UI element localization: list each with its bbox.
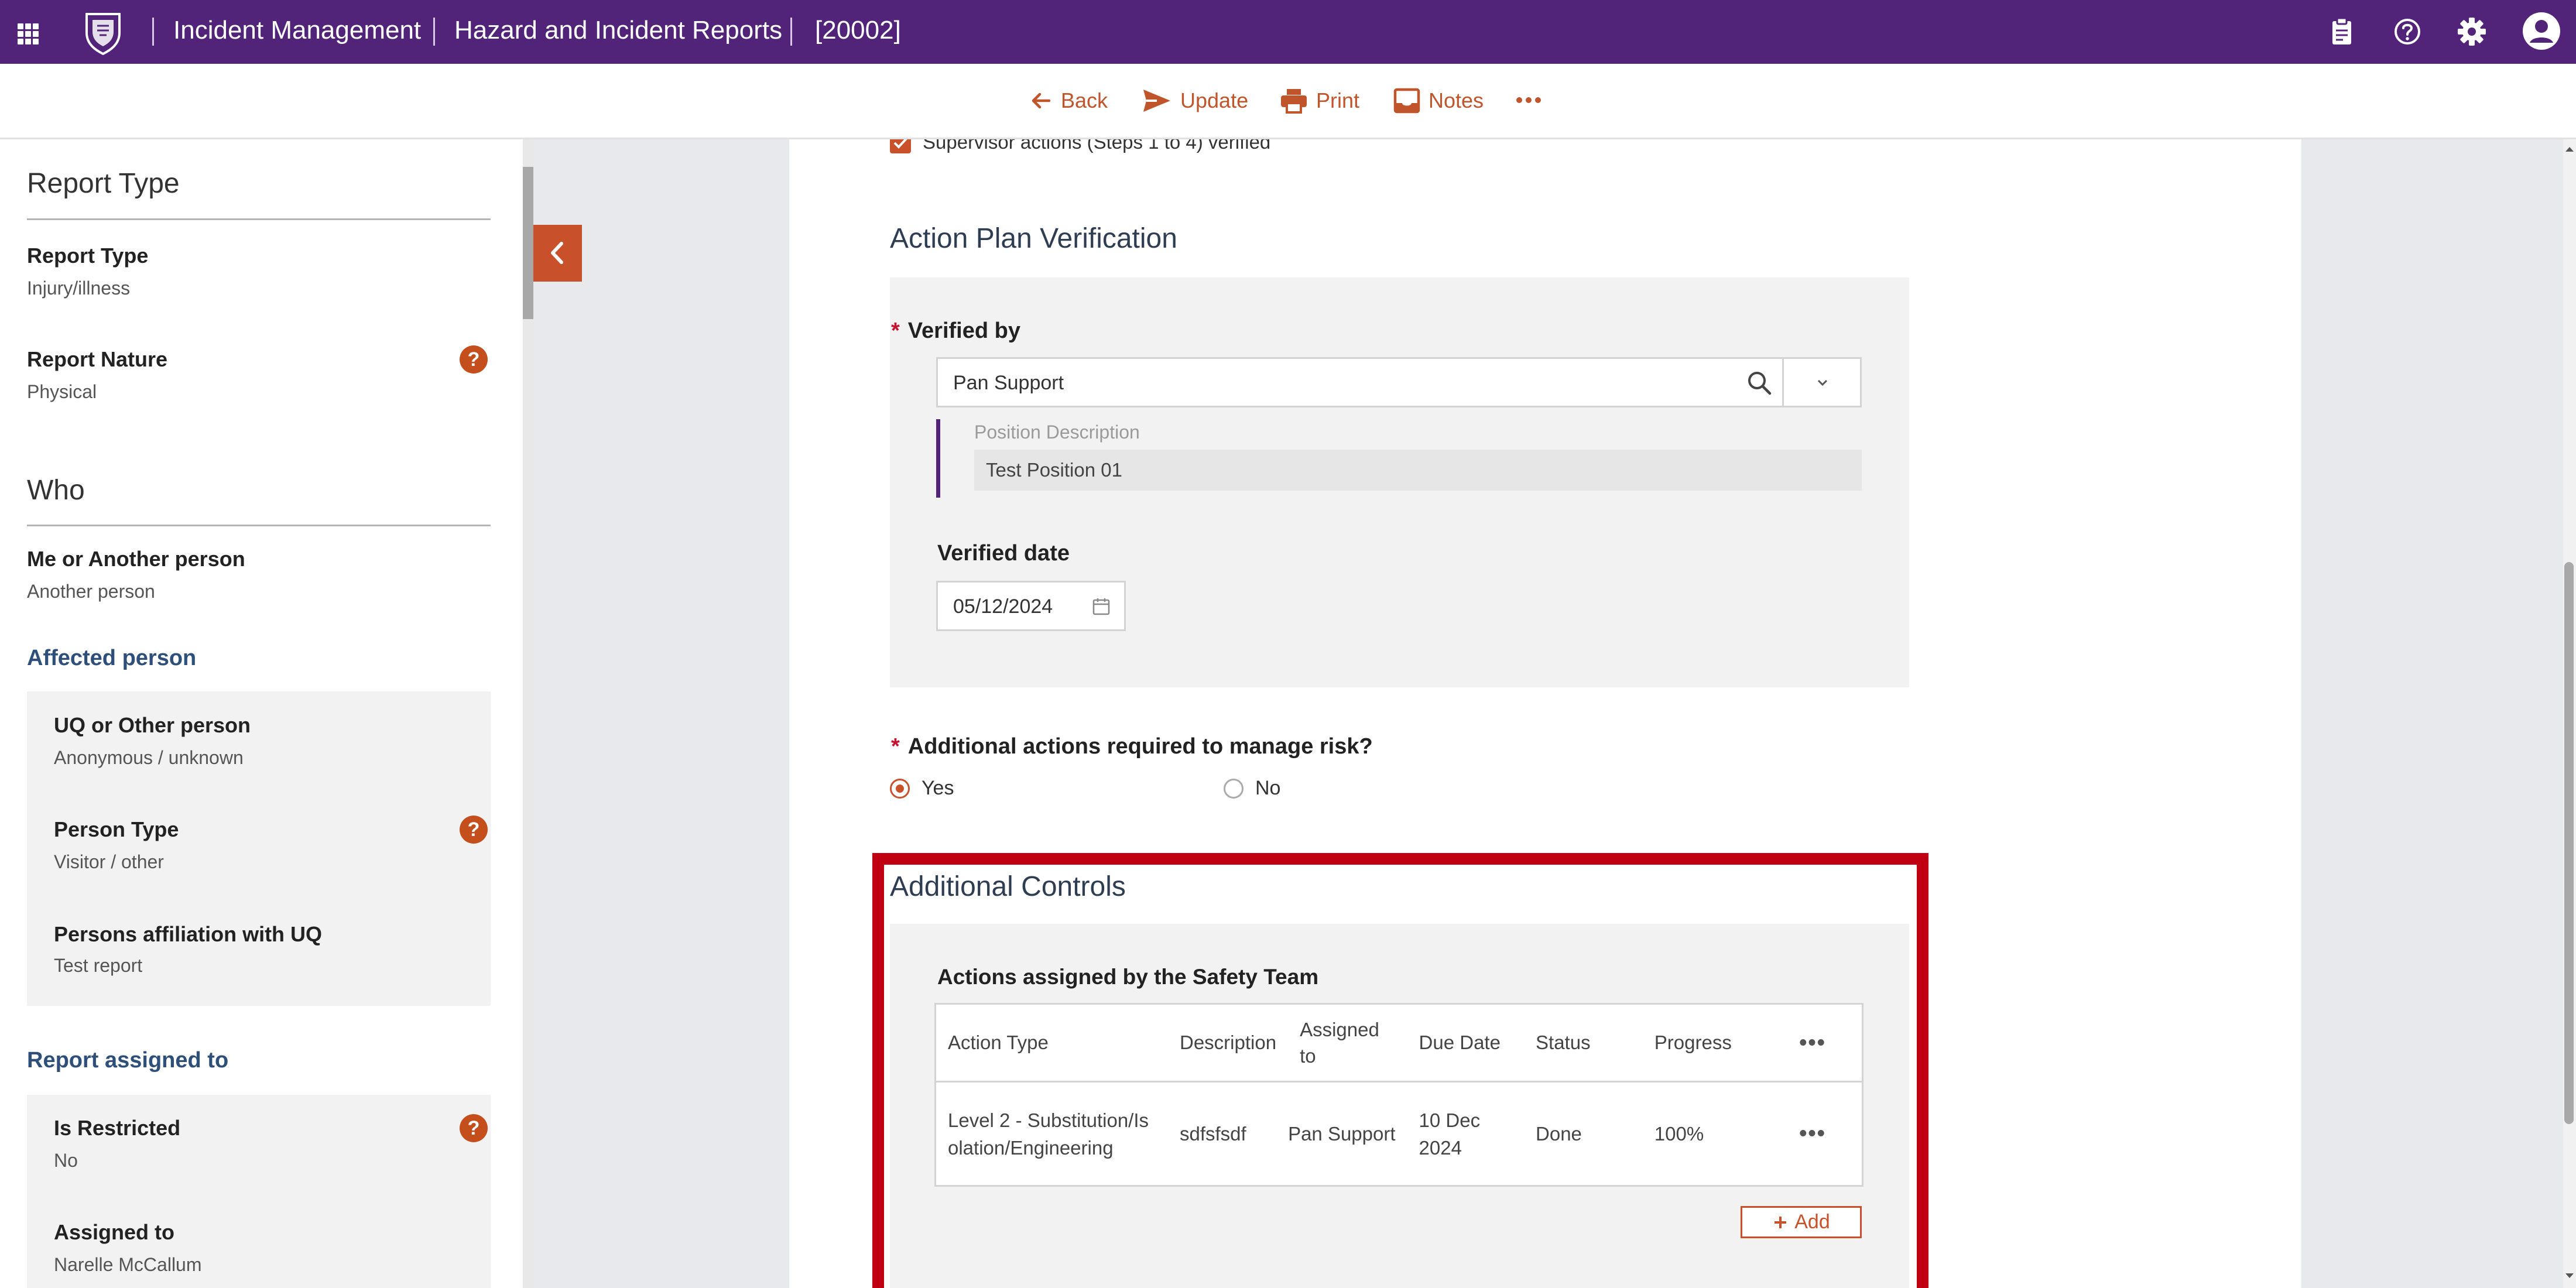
is-restricted-help-icon[interactable]: ? [460, 1114, 488, 1142]
verified-date-value: 05/12/2024 [953, 595, 1053, 618]
verified-by-label: * Verified by [891, 318, 1020, 344]
notes-label: Notes [1429, 88, 1484, 112]
header-divider [790, 18, 792, 46]
report-nature-label: Report Nature [27, 347, 168, 371]
uq-or-other-label: UQ or Other person [54, 713, 251, 737]
position-description-field: Test Position 01 [974, 450, 1862, 491]
position-description-value: Test Position 01 [986, 459, 1122, 481]
notes-inbox-icon [1393, 88, 1420, 114]
chevron-left-icon [551, 242, 563, 264]
action-toolbar: Back Update Print Notes [0, 64, 2576, 139]
is-restricted-value: No [54, 1150, 78, 1171]
person-type-value: Visitor / other [54, 851, 164, 872]
print-button[interactable]: Print [1280, 86, 1359, 115]
clipboard-icon[interactable] [2324, 14, 2359, 49]
back-label: Back [1061, 88, 1108, 112]
position-description-label: Position Description [974, 422, 1140, 443]
header-divider [152, 18, 154, 46]
user-avatar-icon[interactable] [2521, 11, 2562, 52]
section-divider [27, 218, 491, 220]
top-bar: Incident Management Hazard and Incident … [0, 0, 2576, 64]
person-type-label: Person Type [54, 817, 179, 841]
supervisor-verified-row: Supervisor actions (Steps 1 to 4) verifi… [789, 139, 2301, 160]
app-launcher-icon[interactable] [18, 23, 39, 44]
supervisor-verified-label: Supervisor actions (Steps 1 to 4) verifi… [923, 139, 1271, 153]
more-options-icon[interactable] [1515, 94, 1542, 106]
print-label: Print [1316, 88, 1360, 112]
chevron-down-icon[interactable] [1813, 374, 1832, 392]
notes-button[interactable]: Notes [1393, 86, 1484, 115]
affiliation-value: Test report [54, 955, 143, 976]
required-marker: * [891, 734, 900, 759]
is-restricted-label: Is Restricted [54, 1116, 181, 1140]
record-id: [20002] [815, 16, 901, 44]
affiliation-label: Persons affiliation with UQ [54, 922, 323, 946]
assigned-to-label: Assigned to [54, 1220, 175, 1244]
radio-no[interactable] [1224, 779, 1244, 799]
position-accent-bar [936, 419, 940, 498]
who-heading: Who [27, 475, 85, 506]
lookup-divider [1782, 359, 1784, 406]
assigned-to-value: Narelle McCallum [54, 1254, 202, 1275]
radio-yes-label: Yes [922, 777, 954, 799]
collapse-sidebar-button[interactable] [533, 225, 582, 282]
verified-by-label-text: Verified by [907, 318, 1020, 343]
radio-no-label: No [1255, 777, 1281, 799]
report-nature-value: Physical [27, 381, 97, 402]
me-or-another-value: Another person [27, 581, 155, 602]
person-type-help-icon[interactable]: ? [460, 816, 488, 844]
header-divider [433, 18, 435, 46]
sidebar-scrollbar-thumb[interactable] [523, 167, 533, 319]
help-circle-icon[interactable] [2390, 14, 2425, 49]
highlight-annotation-box [872, 853, 1928, 1288]
required-marker: * [891, 318, 900, 343]
report-nature-help-icon[interactable]: ? [460, 345, 488, 374]
module-title[interactable]: Hazard and Incident Reports [454, 14, 782, 47]
me-or-another-label: Me or Another person [27, 547, 245, 571]
back-button[interactable]: Back [1029, 86, 1108, 115]
action-plan-verification-title: Action Plan Verification [890, 223, 1177, 254]
summary-sidebar: Report Type Report Type Injury/illness R… [0, 139, 523, 1288]
verified-date-input[interactable]: 05/12/2024 [936, 581, 1126, 631]
additional-actions-question-text: Additional actions required to manage ri… [907, 734, 1373, 759]
scroll-up-arrow-icon[interactable] [2563, 143, 2576, 156]
additional-actions-question: * Additional actions required to manage r… [891, 734, 1373, 759]
section-divider [27, 525, 491, 526]
checkmark-icon [893, 139, 907, 149]
verified-by-value: Pan Support [953, 372, 1064, 394]
verified-by-lookup[interactable]: Pan Support [936, 357, 1862, 407]
app-title[interactable]: Incident Management [173, 14, 421, 47]
radio-yes[interactable] [890, 779, 910, 799]
calendar-icon[interactable] [1091, 597, 1111, 616]
uq-or-other-value: Anonymous / unknown [54, 747, 244, 768]
search-icon[interactable] [1745, 368, 1774, 398]
affected-person-heading: Affected person [27, 646, 197, 670]
verified-date-label: Verified date [937, 541, 1070, 566]
main-scrollbar-thumb[interactable] [2564, 562, 2574, 1124]
printer-icon [1281, 89, 1307, 114]
gear-icon[interactable] [2454, 14, 2489, 49]
report-type-label: Report Type [27, 244, 149, 268]
scroll-down-arrow-icon[interactable] [2563, 1269, 2576, 1282]
update-button[interactable]: Update [1142, 86, 1248, 115]
university-crest-logo [85, 13, 121, 55]
supervisor-verified-checkbox[interactable] [890, 139, 911, 153]
send-icon [1143, 90, 1170, 112]
arrow-left-icon [1032, 93, 1051, 109]
update-label: Update [1180, 88, 1249, 112]
report-type-heading: Report Type [27, 168, 180, 199]
report-type-value: Injury/illness [27, 278, 131, 299]
report-assigned-heading: Report assigned to [27, 1048, 229, 1073]
